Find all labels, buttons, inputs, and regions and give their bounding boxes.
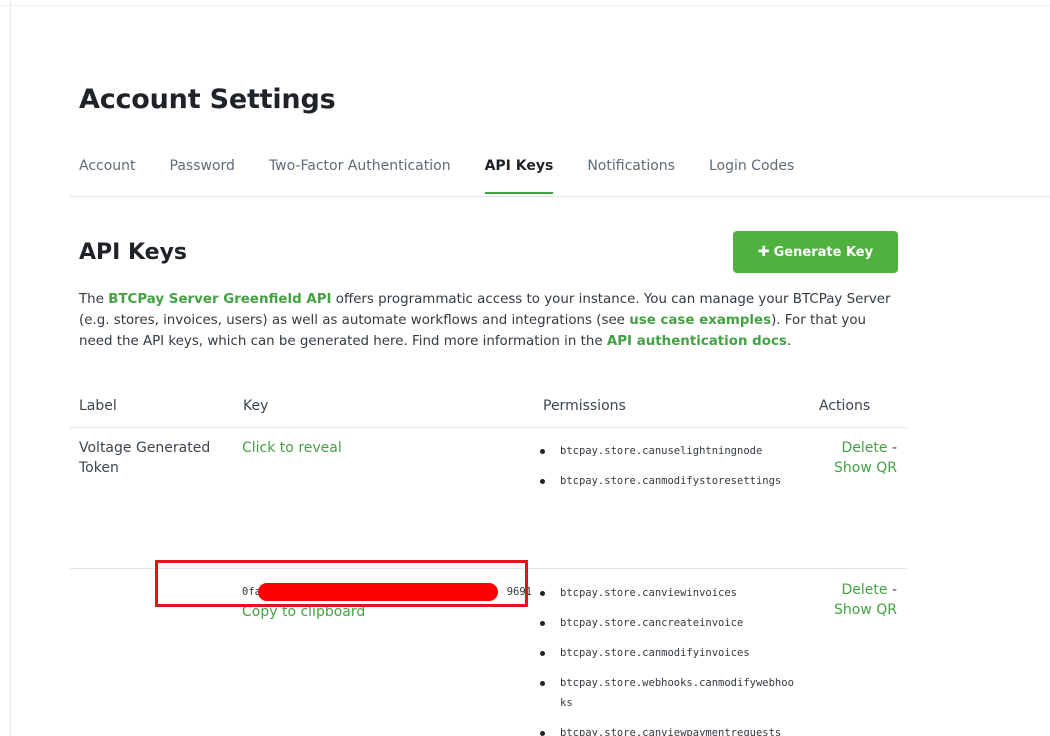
- permission-item: btcpay.store.webhooks.canmodifywebhooks: [540, 673, 795, 713]
- intro-paragraph: The BTCPay Server Greenfield API offers …: [79, 289, 909, 352]
- use-case-examples-link[interactable]: use case examples: [629, 313, 771, 328]
- permission-item: btcpay.store.canuselightningnode: [540, 441, 795, 461]
- row-1-permissions: btcpay.store.canuselightningnode btcpay.…: [540, 441, 795, 501]
- intro-text: ). For that you: [771, 313, 867, 328]
- section-title: API Keys: [79, 240, 188, 265]
- highlight-annotation-box: [155, 560, 528, 607]
- generate-key-button[interactable]: ✚ Generate Key: [733, 231, 898, 273]
- row-1-actions: Delete - Show QR: [834, 438, 897, 478]
- intro-line-3: need the API keys, which can be generate…: [79, 331, 909, 352]
- permission-item: btcpay.store.canviewpaymentrequests: [540, 723, 795, 736]
- intro-text: The: [79, 292, 109, 307]
- tabs-divider: [70, 196, 1050, 197]
- show-qr-link[interactable]: Show QR: [834, 460, 897, 476]
- click-to-reveal-link[interactable]: Click to reveal: [242, 438, 342, 458]
- intro-line-1: The BTCPay Server Greenfield API offers …: [79, 289, 909, 310]
- permission-item: btcpay.store.canmodifyinvoices: [540, 643, 795, 663]
- header-divider: [70, 427, 907, 428]
- delete-link[interactable]: Delete: [841, 440, 887, 456]
- row-2-actions: Delete - Show QR: [834, 580, 897, 620]
- intro-text: need the API keys, which can be generate…: [79, 334, 607, 349]
- intro-line-2: (e.g. stores, invoices, users) as well a…: [79, 310, 909, 331]
- tab-account[interactable]: Account: [79, 156, 136, 194]
- permission-item: btcpay.store.canmodifystoresettings: [540, 471, 795, 491]
- api-auth-docs-link[interactable]: API authentication docs: [607, 334, 787, 349]
- settings-tabs: Account Password Two-Factor Authenticati…: [79, 156, 828, 196]
- delete-link[interactable]: Delete: [841, 582, 887, 598]
- greenfield-api-link[interactable]: BTCPay Server Greenfield API: [108, 292, 331, 307]
- column-header-label: Label: [79, 398, 117, 414]
- intro-text: offers programmatic access to your insta…: [331, 292, 891, 307]
- tab-notifications[interactable]: Notifications: [587, 156, 675, 194]
- column-header-permissions: Permissions: [543, 398, 626, 414]
- tab-two-factor-authentication[interactable]: Two-Factor Authentication: [269, 156, 451, 194]
- permission-item: btcpay.store.canviewinvoices: [540, 583, 795, 603]
- column-header-actions: Actions: [819, 398, 871, 414]
- generate-key-label: Generate Key: [773, 244, 874, 260]
- action-separator: -: [891, 440, 897, 456]
- permission-item: btcpay.store.cancreateinvoice: [540, 613, 795, 633]
- column-header-key: Key: [243, 398, 269, 414]
- action-separator: -: [891, 582, 897, 598]
- left-border: [10, 0, 11, 736]
- row-1-label: Voltage Generated Token: [79, 440, 211, 476]
- top-border: [0, 5, 1050, 6]
- plus-icon: ✚: [757, 244, 770, 260]
- intro-text: (e.g. stores, invoices, users) as well a…: [79, 313, 630, 328]
- show-qr-link[interactable]: Show QR: [834, 602, 897, 618]
- tab-login-codes[interactable]: Login Codes: [709, 156, 794, 194]
- page-title: Account Settings: [79, 84, 336, 115]
- page-frame: Account Settings Account Password Two-Fa…: [0, 0, 1050, 736]
- tab-api-keys[interactable]: API Keys: [484, 156, 554, 194]
- tab-password[interactable]: Password: [170, 156, 235, 194]
- intro-text: .: [786, 334, 792, 349]
- row-2-permissions: btcpay.store.canviewinvoices btcpay.stor…: [540, 583, 795, 736]
